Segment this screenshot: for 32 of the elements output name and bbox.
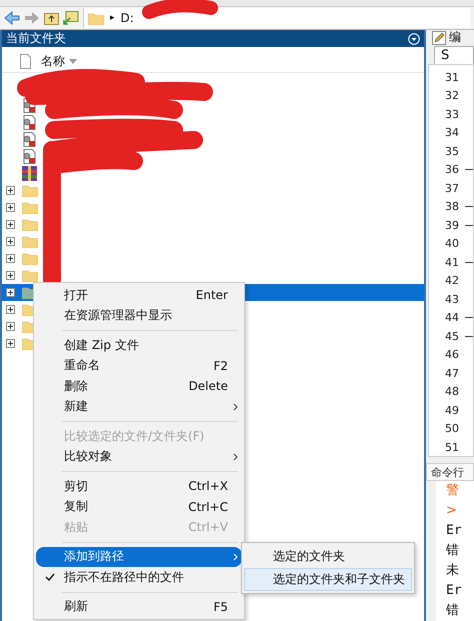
command-output-line: > [446, 502, 458, 520]
line-number: 43 [445, 292, 459, 306]
line-number: 34 [445, 126, 459, 140]
command-output-line: Er [446, 522, 463, 540]
command-output-line: 未 [446, 562, 460, 580]
line-number: 36 [445, 163, 459, 176]
command-output-line: Er [446, 582, 463, 600]
command-output-line: 错 [446, 602, 460, 620]
line-number: 37 [445, 182, 459, 195]
line-number: 44 [445, 311, 459, 324]
line-number: 33 [445, 108, 459, 121]
command-output-line: 错 [446, 542, 460, 560]
line-number: 40 [445, 237, 459, 250]
breadcrumb-separator: ▸ [110, 13, 115, 23]
panel-title: 当前文件夹 [6, 30, 66, 47]
line-number: 45 [445, 330, 459, 343]
line-number: 46 [445, 348, 459, 362]
line-number: 51 [445, 440, 459, 454]
editor-title: 编 [449, 30, 461, 46]
command-output-line: 警 [446, 482, 460, 500]
line-number: 39 [445, 218, 459, 232]
line-number: 31 [445, 70, 459, 84]
line-number: 42 [445, 274, 459, 288]
command-window-title: 命令行 [431, 464, 464, 480]
line-number: 47 [445, 366, 459, 380]
line-number: 49 [445, 404, 459, 417]
line-number: 35 [445, 144, 459, 158]
line-number: 38 [445, 200, 459, 214]
line-number: 32 [445, 89, 459, 102]
line-number: 41 [445, 256, 459, 269]
line-number: 50 [445, 422, 459, 436]
line-number: 48 [445, 385, 459, 398]
